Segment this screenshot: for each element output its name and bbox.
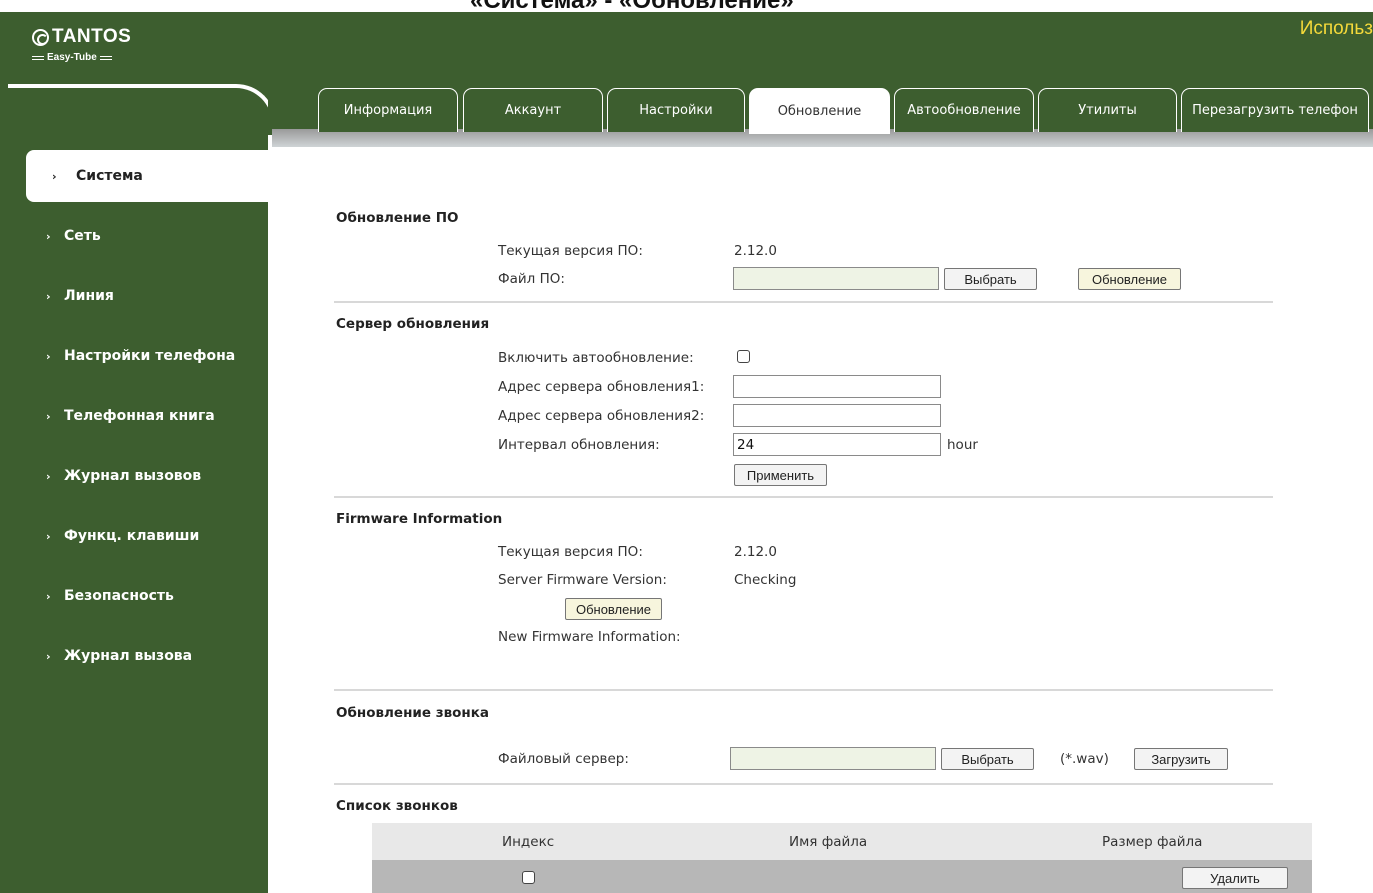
main-content: Обновление ПО Текущая версия ПО: 2.12.0 … bbox=[272, 147, 1373, 893]
logo-brand-text: TANTOS bbox=[52, 26, 132, 47]
enable-autoupdate-label: Включить автообновление: bbox=[498, 350, 694, 366]
tab-utilities[interactable]: Утилиты bbox=[1038, 88, 1177, 132]
sidebar-item-call-journal[interactable]: › Журнал вызова bbox=[0, 630, 268, 682]
choose-firmware-button[interactable]: Выбрать bbox=[944, 268, 1037, 290]
sidebar-item-network[interactable]: › Сеть bbox=[0, 210, 268, 262]
sidebar-item-label: Система bbox=[76, 168, 143, 184]
sidebar-item-label: Безопасность bbox=[64, 588, 174, 604]
server1-label: Адрес сервера обновления1: bbox=[498, 379, 705, 395]
sidebar-item-label: Журнал вызова bbox=[64, 648, 193, 664]
server-firmware-version-label: Server Firmware Version: bbox=[498, 572, 667, 588]
chevron-right-icon: › bbox=[46, 589, 51, 603]
column-header-index: Индекс bbox=[502, 834, 555, 850]
tab-label: Автообновление bbox=[907, 103, 1021, 118]
tab-label: Утилиты bbox=[1078, 103, 1137, 118]
server-firmware-version-value: Checking bbox=[734, 572, 797, 588]
sidebar-item-label: Линия bbox=[64, 288, 114, 304]
section-divider bbox=[334, 496, 1273, 498]
check-update-button[interactable]: Обновление bbox=[565, 598, 662, 620]
interval-label: Интервал обновления: bbox=[498, 437, 660, 453]
wav-extension-hint: (*.wav) bbox=[1060, 751, 1109, 767]
chevron-right-icon: › bbox=[46, 529, 51, 543]
tab-update[interactable]: Обновление bbox=[749, 88, 890, 134]
tab-settings[interactable]: Настройки bbox=[607, 88, 745, 132]
server2-input[interactable] bbox=[733, 404, 941, 427]
sidebar-item-phonebook[interactable]: › Телефонная книга bbox=[0, 390, 268, 442]
chevron-right-icon: › bbox=[46, 409, 51, 423]
section-divider bbox=[334, 689, 1273, 691]
firmware-file-field[interactable] bbox=[733, 267, 939, 290]
server2-label: Адрес сервера обновления2: bbox=[498, 408, 705, 424]
chevron-right-icon: › bbox=[46, 289, 51, 303]
sidebar-item-label: Настройки телефона bbox=[64, 348, 236, 364]
section-divider bbox=[334, 783, 1273, 785]
chevron-right-icon: › bbox=[46, 349, 51, 363]
column-header-filesize: Размер файла bbox=[1102, 834, 1203, 850]
tab-account[interactable]: Аккаунт bbox=[463, 88, 603, 132]
user-label: Использ bbox=[1299, 18, 1373, 39]
section-divider bbox=[334, 301, 1273, 303]
section-title-ring-update: Обновление звонка bbox=[336, 705, 489, 721]
choose-ring-button[interactable]: Выбрать bbox=[941, 748, 1034, 770]
update-firmware-button[interactable]: Обновление bbox=[1078, 268, 1181, 290]
sidebar-item-system[interactable]: › Система bbox=[26, 150, 268, 202]
ring-table-header: Индекс Имя файла Размер файла bbox=[372, 823, 1312, 860]
tab-info[interactable]: Информация bbox=[318, 88, 458, 132]
sidebar-item-phone-settings[interactable]: › Настройки телефона bbox=[0, 330, 268, 382]
section-title-update-server: Сервер обновления bbox=[336, 316, 490, 332]
logo-brand: TANTOS bbox=[32, 26, 131, 48]
section-title-firmware-info: Firmware Information bbox=[336, 511, 503, 527]
sidebar-item-security[interactable]: › Безопасность bbox=[0, 570, 268, 622]
upload-ring-button[interactable]: Загрузить bbox=[1134, 748, 1228, 770]
chevron-right-icon: › bbox=[52, 169, 57, 183]
column-header-filename: Имя файла bbox=[789, 834, 868, 850]
info-current-version-value: 2.12.0 bbox=[734, 544, 777, 560]
tab-autoupdate[interactable]: Автообновление bbox=[894, 88, 1034, 132]
sidebar-item-label: Сеть bbox=[64, 228, 101, 244]
page-caption-text: «Система» - «Обновление» bbox=[470, 0, 794, 12]
sidebar-item-line[interactable]: › Линия bbox=[0, 270, 268, 322]
delete-ring-button[interactable]: Удалить bbox=[1182, 867, 1288, 889]
current-version-label: Текущая версия ПО: bbox=[498, 243, 643, 259]
firmware-file-label: Файл ПО: bbox=[498, 271, 565, 287]
select-all-checkbox[interactable] bbox=[522, 871, 535, 884]
tab-label: Обновление bbox=[777, 104, 862, 119]
chevron-right-icon: › bbox=[46, 469, 51, 483]
interval-unit: hour bbox=[947, 437, 978, 453]
logo-mark-icon bbox=[32, 28, 49, 46]
file-server-label: Файловый сервер: bbox=[498, 751, 629, 767]
ring-file-field[interactable] bbox=[730, 747, 936, 770]
enable-autoupdate-checkbox[interactable] bbox=[737, 350, 750, 363]
tab-label: Настройки bbox=[639, 103, 713, 118]
chevron-right-icon: › bbox=[46, 229, 51, 243]
logo-sub-brand: Easy-Tube bbox=[32, 52, 131, 63]
header-bar: TANTOS Easy-Tube Использ bbox=[0, 12, 1373, 92]
info-current-version-label: Текущая версия ПО: bbox=[498, 544, 643, 560]
tab-label: Информация bbox=[343, 103, 433, 118]
sidebar-decorative-curve bbox=[8, 84, 276, 154]
apply-button[interactable]: Применить bbox=[734, 464, 827, 486]
section-title-ring-list: Список звонков bbox=[336, 798, 458, 814]
server1-input[interactable] bbox=[733, 375, 941, 398]
interval-input[interactable] bbox=[733, 433, 941, 456]
current-version-value: 2.12.0 bbox=[734, 243, 777, 259]
sidebar-item-label: Функц. клавиши bbox=[64, 528, 200, 544]
sidebar-item-label: Телефонная книга bbox=[64, 408, 215, 424]
section-title-firmware-update: Обновление ПО bbox=[336, 210, 459, 226]
tab-label: Перезагрузить телефон bbox=[1192, 103, 1358, 118]
chevron-right-icon: › bbox=[46, 649, 51, 663]
tantos-logo: TANTOS Easy-Tube bbox=[32, 26, 131, 63]
logo-sub-brand-text: Easy-Tube bbox=[47, 52, 97, 63]
tab-label: Аккаунт bbox=[504, 103, 562, 118]
sidebar-item-label: Журнал вызовов bbox=[64, 468, 202, 484]
sidebar-item-call-log[interactable]: › Журнал вызовов bbox=[0, 450, 268, 502]
tab-reboot[interactable]: Перезагрузить телефон bbox=[1181, 88, 1369, 132]
page-caption: «Система» - «Обновление» bbox=[0, 0, 1373, 12]
new-firmware-info-label: New Firmware Information: bbox=[498, 629, 681, 645]
sidebar-item-function-keys[interactable]: › Функц. клавиши bbox=[0, 510, 268, 562]
table-row: Удалить bbox=[372, 860, 1312, 893]
